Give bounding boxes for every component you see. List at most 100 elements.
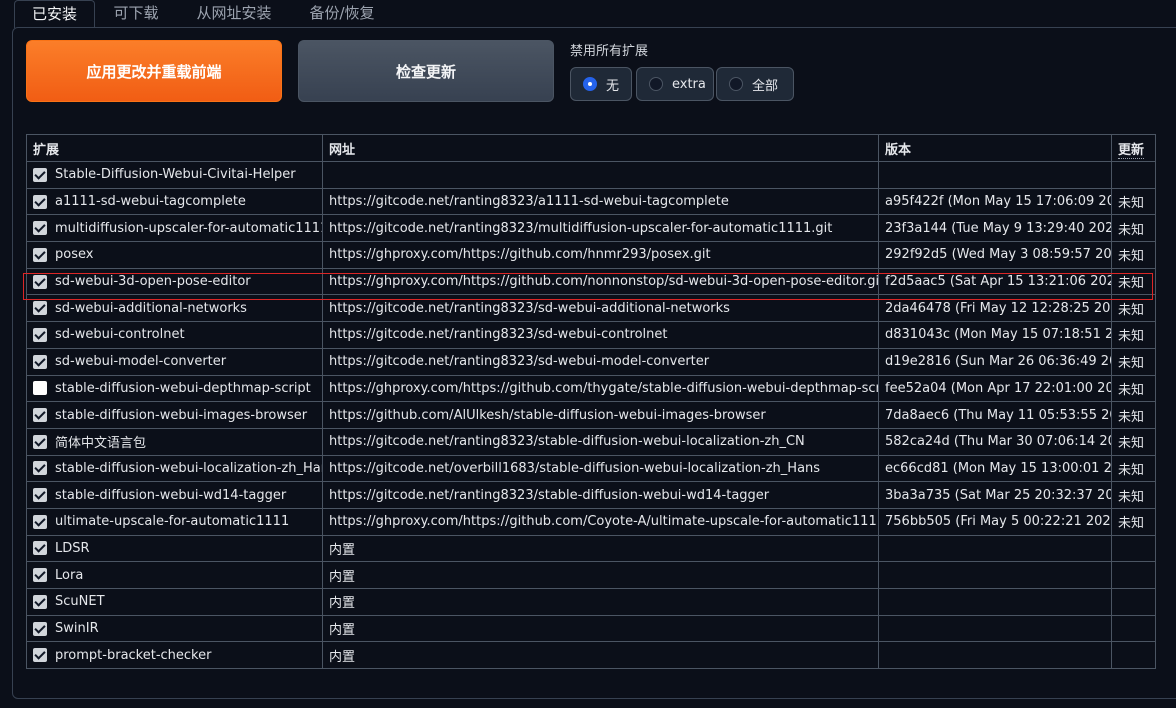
extension-cell: ultimate-upscale-for-automatic1111 (26, 507, 323, 536)
extension-name: Lora (55, 567, 84, 583)
extension-cell: sd-webui-3d-open-pose-editor (26, 267, 323, 296)
update-cell (1111, 561, 1156, 589)
table-row: stable-diffusion-webui-localization-zh_H… (26, 454, 1156, 483)
update-cell: 未知 (1111, 374, 1156, 403)
extension-name: ScuNET (55, 594, 105, 610)
enable-checkbox[interactable] (33, 301, 47, 316)
table-row: stable-diffusion-webui-wd14-tagger https:… (26, 481, 1156, 509)
version-cell: 23f3a144 (Tue May 9 13:29:40 2023) (878, 214, 1112, 243)
radio-option-all[interactable]: 全部 (716, 67, 794, 101)
enable-checkbox[interactable] (33, 194, 47, 209)
radio-unselected-icon (729, 77, 743, 91)
url-cell: https://ghproxy.com/https://github.com/h… (322, 241, 879, 269)
radio-label: extra (672, 76, 706, 92)
enable-checkbox[interactable] (33, 434, 47, 449)
tab-available[interactable]: 可下载 (98, 0, 174, 28)
url-cell: https://gitcode.net/ranting8323/sd-webui… (322, 347, 879, 376)
enable-checkbox[interactable] (33, 221, 47, 236)
tab-backup-restore[interactable]: 备份/恢复 (294, 0, 390, 28)
url-cell: 内置 (322, 561, 879, 589)
update-cell (1111, 614, 1156, 643)
url-cell (322, 161, 879, 189)
version-cell: 7da8aec6 (Thu May 11 05:53:55 2023) (878, 401, 1112, 429)
extension-name: sd-webui-additional-networks (55, 300, 247, 316)
version-cell: 292f92d5 (Wed May 3 08:59:57 2023) (878, 241, 1112, 269)
enable-checkbox[interactable] (33, 327, 47, 342)
radio-unselected-icon (649, 77, 663, 91)
extension-cell: stable-diffusion-webui-images-browser (26, 401, 323, 429)
extension-cell: prompt-bracket-checker (26, 641, 323, 670)
enable-checkbox[interactable] (33, 274, 47, 289)
update-cell: 未知 (1111, 321, 1156, 349)
url-cell: https://gitcode.net/ranting8323/sd-webui… (322, 321, 879, 349)
version-cell (878, 534, 1112, 563)
update-cell (1111, 641, 1156, 670)
update-cell (1111, 534, 1156, 563)
apply-and-restart-button[interactable]: 应用更改并重载前端 (26, 40, 282, 102)
extension-cell: LDSR (26, 534, 323, 563)
update-cell: 未知 (1111, 347, 1156, 376)
update-cell: 未知 (1111, 454, 1156, 483)
extension-cell: stable-diffusion-webui-localization-zh_H… (26, 454, 323, 483)
enable-checkbox[interactable] (33, 541, 47, 556)
version-cell: fee52a04 (Mon Apr 17 22:01:00 2023) (878, 374, 1112, 403)
version-cell: 3ba3a735 (Sat Mar 25 20:32:37 2023) (878, 481, 1112, 509)
enable-checkbox[interactable] (33, 621, 47, 636)
version-cell: 756bb505 (Fri May 5 00:22:21 2023) (878, 507, 1112, 536)
radio-option-extra[interactable]: extra (636, 67, 714, 101)
table-row: posex https://ghproxy.com/https://github.… (26, 241, 1156, 269)
tab-install-from-url[interactable]: 从网址安装 (182, 0, 286, 28)
header-update: 更新 (1111, 134, 1156, 162)
header-url: 网址 (322, 134, 879, 162)
extension-name: prompt-bracket-checker (55, 647, 212, 663)
table-row: Stable-Diffusion-Webui-Civitai-Helper (26, 161, 1156, 189)
extension-name: 简体中文语言包 (55, 436, 147, 452)
extension-cell: Stable-Diffusion-Webui-Civitai-Helper (26, 161, 323, 189)
url-cell: 内置 (322, 641, 879, 670)
url-cell: 内置 (322, 614, 879, 643)
enable-checkbox[interactable] (33, 594, 47, 609)
table-row: ScuNET 内置 (26, 588, 1156, 616)
enable-checkbox[interactable] (33, 167, 47, 182)
tab-installed[interactable]: 已安装 (14, 0, 95, 28)
version-cell: 2da46478 (Fri May 12 12:28:25 2023) (878, 294, 1112, 323)
table-row: a1111-sd-webui-tagcomplete https://gitcod… (26, 187, 1156, 216)
version-cell: 582ca24d (Thu Mar 30 07:06:14 2023) (878, 427, 1112, 456)
extension-cell: stable-diffusion-webui-wd14-tagger (26, 481, 323, 509)
enable-checkbox[interactable] (33, 514, 47, 529)
enable-checkbox[interactable] (33, 381, 47, 396)
header-version: 版本 (878, 134, 1112, 162)
table-row: stable-diffusion-webui-depthmap-script ht… (26, 374, 1156, 403)
extension-name: stable-diffusion-webui-depthmap-script (55, 380, 311, 396)
radio-option-none[interactable]: 无 (570, 67, 632, 101)
update-cell: 未知 (1111, 214, 1156, 243)
extension-name: sd-webui-model-converter (55, 354, 227, 370)
extension-cell: sd-webui-additional-networks (26, 294, 323, 323)
update-cell: 未知 (1111, 267, 1156, 296)
url-cell: https://gitcode.net/ranting8323/a1111-sd… (322, 187, 879, 216)
version-cell: f2d5aac5 (Sat Apr 15 13:21:06 2023) (878, 267, 1112, 296)
enable-checkbox[interactable] (33, 354, 47, 369)
update-cell (1111, 588, 1156, 616)
extension-cell: SwinIR (26, 614, 323, 643)
table-row: sd-webui-additional-networks https://gitc… (26, 294, 1156, 323)
extension-name: Stable-Diffusion-Webui-Civitai-Helper (55, 167, 296, 183)
enable-checkbox[interactable] (33, 461, 47, 476)
radio-selected-icon (583, 77, 597, 91)
extension-name: LDSR (55, 540, 90, 556)
version-cell (878, 561, 1112, 589)
extension-cell: ScuNET (26, 588, 323, 616)
update-cell: 未知 (1111, 187, 1156, 216)
enable-checkbox[interactable] (33, 568, 47, 583)
table-row: Lora 内置 (26, 561, 1156, 589)
version-cell (878, 641, 1112, 670)
extension-cell: Lora (26, 561, 323, 589)
url-cell: https://gitcode.net/ranting8323/stable-d… (322, 427, 879, 456)
enable-checkbox[interactable] (33, 247, 47, 262)
check-updates-button[interactable]: 检查更新 (298, 40, 554, 102)
enable-checkbox[interactable] (33, 648, 47, 663)
enable-checkbox[interactable] (33, 408, 47, 423)
table-row: multidiffusion-upscaler-for-automatic111… (26, 214, 1156, 243)
enable-checkbox[interactable] (33, 488, 47, 503)
extension-cell: 简体中文语言包 (26, 427, 323, 456)
